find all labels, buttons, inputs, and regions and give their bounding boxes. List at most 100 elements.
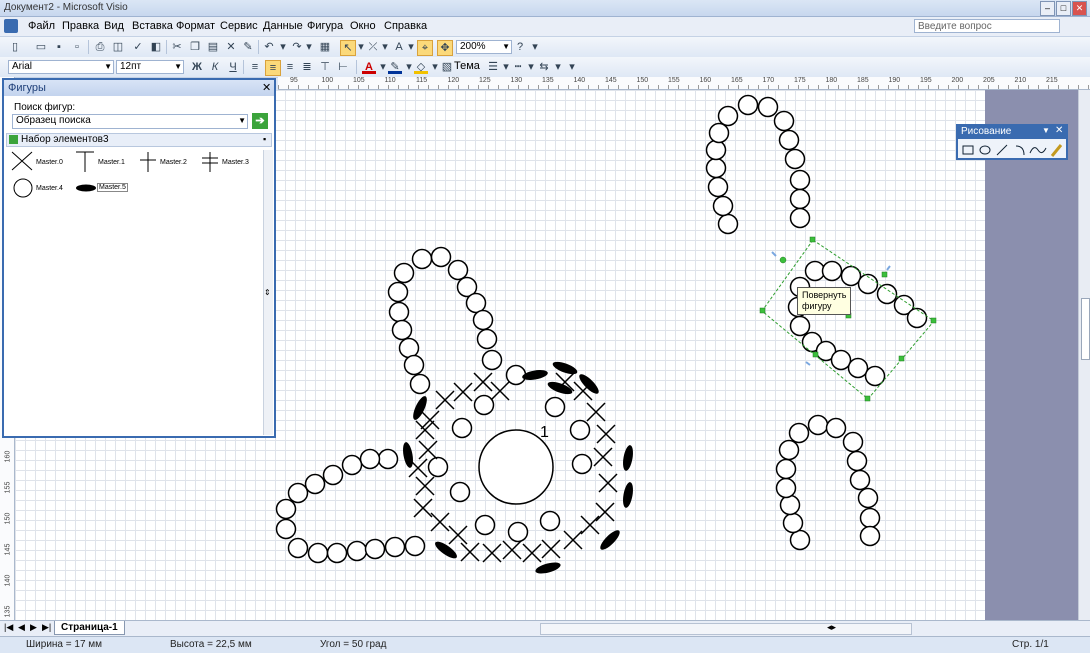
arch-chain[interactable] (707, 176, 729, 198)
single-crochet-mark[interactable] (460, 542, 480, 562)
selected-arch-chain[interactable] (906, 307, 928, 329)
bead-oval[interactable] (621, 444, 634, 471)
redo-dropdown-icon[interactable]: ▾ (302, 40, 316, 54)
menu-format[interactable]: Формат (176, 20, 215, 32)
arch-chain[interactable] (717, 105, 739, 127)
zoom-combo[interactable]: 200% ▼ (456, 40, 512, 54)
single-crochet-mark[interactable] (593, 447, 613, 467)
menu-shape[interactable]: Фигура (307, 20, 343, 32)
arch-chain[interactable] (773, 110, 795, 132)
open-icon[interactable]: ▭ (34, 40, 48, 54)
search-go-button[interactable]: ➔ (252, 113, 268, 129)
scroll-updown-icon[interactable]: ⇕ (264, 288, 271, 297)
line-ends-icon[interactable]: ⇆ (537, 60, 551, 74)
arch-chain[interactable] (857, 487, 879, 509)
theme-icon[interactable]: ▧ (440, 60, 454, 74)
bead-oval[interactable] (401, 441, 414, 468)
menu-tools[interactable]: Сервис (220, 20, 258, 32)
delete-icon[interactable]: ✕ (224, 40, 238, 54)
align-left-icon[interactable]: ≡ (248, 60, 262, 74)
line-weight-icon[interactable]: ☰ (486, 60, 500, 74)
print-icon[interactable]: ⎙ (93, 40, 107, 54)
underline-button[interactable]: Ч (226, 60, 240, 74)
stencil-header[interactable]: Набор элементов3 ▪ (6, 133, 272, 147)
selected-arch-chain[interactable] (830, 349, 852, 371)
fill-color-icon[interactable]: ◇ (414, 60, 428, 74)
selected-arch-chain[interactable] (789, 315, 811, 337)
format-painter-icon[interactable]: ✎ (241, 40, 255, 54)
single-crochet-mark[interactable] (563, 530, 583, 550)
loop-chain[interactable] (391, 319, 413, 341)
loop-chain[interactable] (430, 246, 452, 268)
paste-icon[interactable]: ▤ (206, 40, 220, 54)
arch-chain[interactable] (807, 414, 829, 436)
horizontal-scrollbar[interactable]: ◂▸ (540, 622, 912, 635)
selected-arch-chain[interactable] (821, 260, 843, 282)
undo-icon[interactable]: ↶ (262, 40, 276, 54)
arch-chain[interactable] (717, 213, 739, 235)
single-crochet-mark[interactable] (413, 498, 433, 518)
arch-chain[interactable] (737, 94, 759, 116)
freeform-tool-icon[interactable] (1029, 147, 1047, 154)
ellipse-tool-icon[interactable] (979, 145, 991, 155)
menu-insert[interactable]: Вставка (132, 20, 173, 32)
undo-dropdown-icon[interactable]: ▾ (276, 40, 290, 54)
bead-oval[interactable] (546, 379, 574, 396)
arch-chain[interactable] (789, 529, 811, 551)
arch-chain[interactable] (778, 439, 800, 461)
toolbar-options-icon[interactable]: ▾ (528, 40, 542, 54)
loop-chain[interactable] (476, 328, 498, 350)
bead-oval[interactable] (521, 368, 548, 381)
pencil-tool-icon[interactable] (1050, 144, 1063, 157)
inner-chain[interactable] (474, 514, 496, 536)
master-2-label[interactable]: Master.2 (160, 159, 187, 166)
loop-chain[interactable] (393, 262, 415, 284)
chevron-down-icon[interactable]: ▼ (1042, 126, 1050, 135)
loop-chain[interactable] (304, 473, 326, 495)
inner-chain[interactable] (539, 510, 561, 532)
loop-chain[interactable] (287, 482, 309, 504)
connector-dropdown-icon[interactable]: ▾ (378, 40, 392, 54)
loop-chain[interactable] (275, 498, 297, 520)
loop-chain[interactable] (377, 448, 399, 470)
master-3-label[interactable]: Master.3 (222, 159, 249, 166)
inner-chain[interactable] (569, 419, 591, 441)
close-icon[interactable]: ✕ (1055, 125, 1063, 136)
loop-chain[interactable] (322, 464, 344, 486)
master-4-label[interactable]: Master.4 (36, 185, 63, 192)
close-icon[interactable]: ✕ (262, 81, 271, 94)
menu-file[interactable]: Файл (28, 20, 55, 32)
menu-view[interactable]: Вид (104, 20, 124, 32)
single-crochet-mark[interactable] (522, 543, 542, 563)
single-crochet-mark[interactable] (415, 420, 435, 440)
align-middle-icon[interactable]: ⊢ (336, 60, 350, 74)
tab-page-1[interactable]: Страница-1 (54, 621, 125, 635)
selected-arch-chain[interactable] (804, 260, 826, 282)
single-crochet-mark[interactable] (595, 502, 615, 522)
inner-chain[interactable] (571, 453, 593, 475)
arch-chain[interactable] (842, 431, 864, 453)
selected-arch-chain[interactable] (847, 357, 869, 379)
arch-chain[interactable] (859, 507, 881, 529)
next-page-icon[interactable]: ▶ (30, 622, 37, 633)
bead-oval[interactable] (598, 528, 623, 553)
arch-chain[interactable] (757, 96, 779, 118)
arch-chain[interactable] (846, 450, 868, 472)
new-icon[interactable]: ▯ (8, 40, 22, 54)
loop-chain[interactable] (411, 248, 433, 270)
loop-chain[interactable] (472, 309, 494, 331)
inner-chain[interactable] (473, 394, 495, 416)
arch-chain[interactable] (775, 477, 797, 499)
menu-edit[interactable]: Правка (62, 20, 99, 32)
inner-chain[interactable] (505, 364, 527, 386)
permission-icon[interactable]: ▫ (70, 40, 84, 54)
single-crochet-mark[interactable] (435, 390, 455, 410)
loop-chain[interactable] (465, 292, 487, 314)
center-ring[interactable] (478, 429, 554, 505)
font-size-combo[interactable]: 12пт ▼ (116, 60, 184, 74)
master-0-label[interactable]: Master.0 (36, 159, 63, 166)
maximize-button[interactable]: □ (1056, 1, 1071, 16)
arch-chain[interactable] (705, 157, 727, 179)
single-crochet-mark[interactable] (586, 402, 606, 422)
loop-chain[interactable] (404, 535, 426, 557)
